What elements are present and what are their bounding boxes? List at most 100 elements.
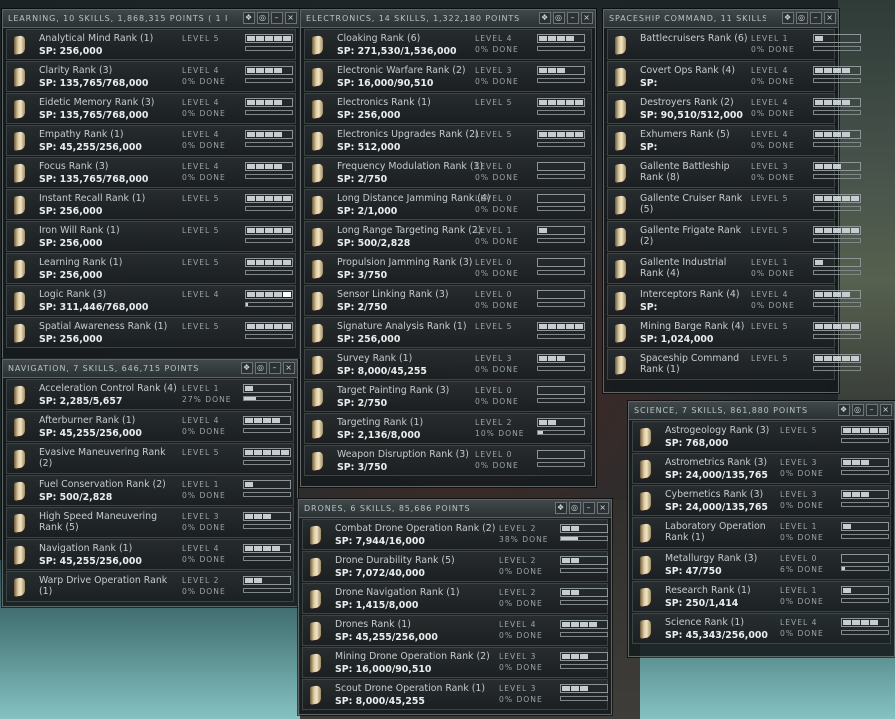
pin-icon[interactable]: ❖	[555, 502, 567, 514]
window-titlebar[interactable]: SPACESHIP COMMAND, 11 SKILLS, 3,817,3 ❖◎–…	[604, 10, 838, 28]
minimize-icon[interactable]: –	[583, 502, 595, 514]
skill-row[interactable]: Spaceship Command Rank (1) LEVEL 5	[607, 349, 861, 380]
minimize-icon[interactable]: –	[810, 12, 822, 24]
skill-row[interactable]: Target Painting Rank (3) SP: 2/750 LEVEL 0…	[304, 381, 592, 412]
window-titlebar[interactable]: DRONES, 6 SKILLS, 85,686 POINTS ❖ ◎ – ×	[299, 500, 611, 518]
skill-row[interactable]: Warp Drive Operation Rank (1) LEVEL 2 0% D…	[6, 571, 294, 602]
skill-row[interactable]: Laboratory Operation Rank (1) LEVEL 1 0% D…	[632, 517, 891, 548]
skill-row[interactable]: Electronic Warfare Rank (2) SP: 16,000/90…	[304, 61, 592, 92]
pin-icon[interactable]: ❖	[838, 404, 850, 416]
pin-icon[interactable]: ❖	[243, 12, 255, 24]
skill-row[interactable]: Interceptors Rank (4) SP: LEVEL 4 0% DONE	[607, 285, 861, 316]
skill-row[interactable]: Mining Drone Operation Rank (2) SP: 16,00…	[302, 647, 608, 678]
skill-row[interactable]: Weapon Disruption Rank (3) SP: 3/750 LEVEL…	[304, 445, 592, 476]
menu-icon[interactable]: ◎	[257, 12, 269, 24]
skill-row[interactable]: Propulsion Jamming Rank (3) SP: 3/750 LEVE…	[304, 253, 592, 284]
skill-row[interactable]: Drone Navigation Rank (1) SP: 1,415/8,000…	[302, 583, 608, 614]
skill-row[interactable]: Exhumers Rank (5) SP: LEVEL 4 0% DONE	[607, 125, 861, 156]
skill-points: SP: 3/750	[337, 462, 388, 473]
window-science-skills[interactable]: SCIENCE, 7 SKILLS, 861,880 POINTS ❖ ◎ – × Ast…	[628, 401, 895, 657]
minimize-icon[interactable]: –	[269, 362, 281, 374]
minimize-icon[interactable]: –	[567, 12, 579, 24]
skill-row[interactable]: Iron Will Rank (1) SP: 256,000 LEVEL 5	[6, 221, 296, 252]
skill-name: Drones Rank (1)	[335, 619, 411, 630]
minimize-icon[interactable]: –	[271, 12, 283, 24]
skill-row[interactable]: Targeting Rank (1) SP: 2,136/8,000 LEVEL 2…	[304, 413, 592, 444]
skill-row[interactable]: Gallente Industrial Rank (4) LEVEL 1 0% DO…	[607, 253, 861, 284]
skill-row[interactable]: Learning Rank (1) SP: 256,000 LEVEL 5	[6, 253, 296, 284]
close-icon[interactable]: ×	[283, 362, 295, 374]
skill-row[interactable]: Focus Rank (3) SP: 135,765/768,000 LEVEL 4…	[6, 157, 296, 188]
close-icon[interactable]: ×	[880, 404, 892, 416]
menu-icon[interactable]: ◎	[255, 362, 267, 374]
skill-row[interactable]: Cybernetics Rank (3) SP: 24,000/135,765 LE…	[632, 485, 891, 516]
skill-row[interactable]: Signature Analysis Rank (1) SP: 256,000 LE…	[304, 317, 592, 348]
menu-icon[interactable]: ◎	[852, 404, 864, 416]
skill-row[interactable]: Logic Rank (3) SP: 311,446/768,000 LEVEL 4	[6, 285, 296, 316]
window-drones-skills[interactable]: DRONES, 6 SKILLS, 85,686 POINTS ❖ ◎ – × Comba…	[298, 499, 612, 715]
skill-row[interactable]: Astrometrics Rank (3) SP: 24,000/135,765 L…	[632, 453, 891, 484]
skill-row[interactable]: Gallente Battleship Rank (8) LEVEL 3 0% DO…	[607, 157, 861, 188]
skill-row[interactable]: Mining Barge Rank (4) SP: 1,024,000 LEVEL …	[607, 317, 861, 348]
window-spaceship-command-skills[interactable]: SPACESHIP COMMAND, 11 SKILLS, 3,817,3 ❖◎–…	[603, 9, 861, 393]
skill-row[interactable]: Astrogeology Rank (3) SP: 768,000 LEVEL 5	[632, 421, 891, 452]
skill-row[interactable]: Electronics Upgrades Rank (2) SP: 512,000…	[304, 125, 592, 156]
pin-icon[interactable]: ❖	[241, 362, 253, 374]
skill-row[interactable]: Acceleration Control Rank (4) SP: 2,285/5…	[6, 379, 294, 410]
skill-row[interactable]: Analytical Mind Rank (1) SP: 256,000 LEVEL…	[6, 29, 296, 60]
skill-row[interactable]: Instant Recall Rank (1) SP: 256,000 LEVEL …	[6, 189, 296, 220]
skill-row[interactable]: Empathy Rank (1) SP: 45,255/256,000 LEVEL …	[6, 125, 296, 156]
skill-level: LEVEL 5	[475, 98, 513, 107]
skill-level: LEVEL 4	[182, 66, 220, 75]
skill-row[interactable]: Cloaking Rank (6) SP: 271,530/1,536,000 LE…	[304, 29, 592, 60]
skill-row[interactable]: High Speed Maneuvering Rank (5) LEVEL 3 0%…	[6, 507, 294, 538]
skill-row[interactable]: Sensor Linking Rank (3) SP: 2/750 LEVEL 0 0…	[304, 285, 592, 316]
level-box	[566, 36, 574, 41]
pin-icon[interactable]: ❖	[782, 12, 794, 24]
window-learning-skills[interactable]: LEARNING, 10 SKILLS, 1,868,315 POINTS ( …	[2, 9, 300, 359]
level-indicator	[245, 258, 293, 267]
skill-row[interactable]: Covert Ops Rank (4) SP: LEVEL 4 0% DONE	[607, 61, 861, 92]
window-titlebar[interactable]: SCIENCE, 7 SKILLS, 861,880 POINTS ❖ ◎ – ×	[629, 402, 894, 420]
skill-row[interactable]: Navigation Rank (1) SP: 45,255/256,000 LEV…	[6, 539, 294, 570]
window-titlebar[interactable]: NAVIGATION, 7 SKILLS, 646,715 POINTS ❖ ◎ – ×	[3, 360, 297, 378]
skill-row[interactable]: Evasive Maneuvering Rank (2) LEVEL 5	[6, 443, 294, 474]
skill-row[interactable]: Scout Drone Operation Rank (1) SP: 8,000/…	[302, 679, 608, 710]
skill-row[interactable]: Survey Rank (1) SP: 8,000/45,255 LEVEL 3 0%…	[304, 349, 592, 380]
skill-row[interactable]: Drones Rank (1) SP: 45,255/256,000 LEVEL 4…	[302, 615, 608, 646]
skill-row[interactable]: Gallente Cruiser Rank (5) LEVEL 5	[607, 189, 861, 220]
minimize-icon[interactable]: –	[866, 404, 878, 416]
skill-row[interactable]: Drone Durability Rank (5) SP: 7,072/40,00…	[302, 551, 608, 582]
close-icon[interactable]: ×	[824, 12, 836, 24]
skill-row[interactable]: Electronics Rank (1) SP: 256,000 LEVEL 5	[304, 93, 592, 124]
window-titlebar[interactable]: ELECTRONICS, 14 SKILLS, 1,322,180 POINTS…	[301, 10, 595, 28]
level-box	[598, 686, 606, 691]
skill-row[interactable]: Afterburner Rank (1) SP: 45,255/256,000 LE…	[6, 411, 294, 442]
skill-row[interactable]: Long Range Targeting Rank (2) SP: 500/2,8…	[304, 221, 592, 252]
skill-row[interactable]: Eidetic Memory Rank (3) SP: 135,765/768,0…	[6, 93, 296, 124]
skill-row[interactable]: Frequency Modulation Rank (3) SP: 2/750 LE…	[304, 157, 592, 188]
close-icon[interactable]: ×	[285, 12, 297, 24]
skill-row[interactable]: Fuel Conservation Rank (2) SP: 500/2,828 L…	[6, 475, 294, 506]
close-icon[interactable]: ×	[597, 502, 609, 514]
skill-row[interactable]: Gallente Frigate Rank (2) LEVEL 5	[607, 221, 861, 252]
window-navigation-skills[interactable]: NAVIGATION, 7 SKILLS, 646,715 POINTS ❖ ◎ – ×…	[2, 359, 298, 607]
skill-row[interactable]: Research Rank (1) SP: 250/1,414 LEVEL 1 0% …	[632, 581, 891, 612]
window-electronics-skills[interactable]: ELECTRONICS, 14 SKILLS, 1,322,180 POINTS…	[300, 9, 596, 487]
skill-row[interactable]: Clarity Rank (3) SP: 135,765/768,000 LEVEL…	[6, 61, 296, 92]
skill-row[interactable]: Spatial Awareness Rank (1) SP: 256,000 LEV…	[6, 317, 296, 348]
menu-icon[interactable]: ◎	[553, 12, 565, 24]
skill-row[interactable]: Metallurgy Rank (3) SP: 47/750 LEVEL 0 6% D…	[632, 549, 891, 580]
window-titlebar[interactable]: LEARNING, 10 SKILLS, 1,868,315 POINTS ( …	[3, 10, 299, 28]
level-box	[861, 556, 869, 561]
skill-row[interactable]: Destroyers Rank (2) SP: 90,510/512,000 LEV…	[607, 93, 861, 124]
skill-row[interactable]: Long Distance Jamming Rank (4) SP: 2/1,00…	[304, 189, 592, 220]
skill-row[interactable]: Combat Drone Operation Rank (2) SP: 7,944…	[302, 519, 608, 550]
pin-icon[interactable]: ❖	[539, 12, 551, 24]
skill-row[interactable]: Battlecruisers Rank (6) LEVEL 1 0% DONE	[607, 29, 861, 60]
skill-row[interactable]: Science Rank (1) SP: 45,343/256,000 LEVEL …	[632, 613, 891, 644]
menu-icon[interactable]: ◎	[796, 12, 808, 24]
close-icon[interactable]: ×	[581, 12, 593, 24]
menu-icon[interactable]: ◎	[569, 502, 581, 514]
skill-level: LEVEL 4	[182, 290, 220, 299]
